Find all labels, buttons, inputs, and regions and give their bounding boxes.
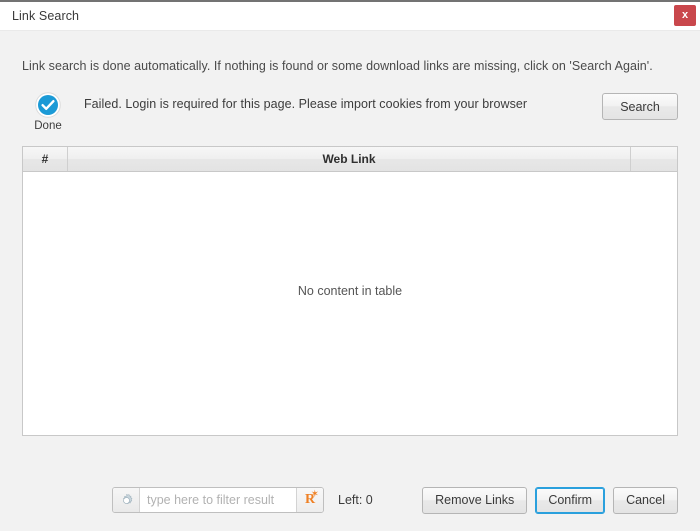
cancel-button[interactable]: Cancel (613, 486, 678, 514)
remove-links-button[interactable]: Remove Links (422, 486, 528, 514)
dialog-content: Link search is done automatically. If no… (0, 58, 700, 436)
status-label: Done (34, 120, 62, 132)
column-header-weblink[interactable]: Web Link (68, 147, 631, 171)
check-circle-icon (35, 92, 61, 118)
column-header-extra[interactable] (631, 147, 677, 171)
gear-icon-glyph (122, 493, 132, 504)
title-bar: Link Search x (0, 2, 700, 31)
left-count-label: Left: 0 (338, 493, 373, 507)
table-empty-message: No content in table (297, 284, 403, 298)
gear-icon[interactable] (113, 488, 140, 512)
filter-control: R ✶ (112, 487, 324, 513)
column-header-index[interactable]: # (23, 147, 68, 171)
confirm-button[interactable]: Confirm (535, 486, 606, 514)
status-message: Failed. Login is required for this page.… (84, 97, 528, 111)
link-search-dialog: Link Search x Link search is done automa… (0, 0, 700, 531)
hint-text: Link search is done automatically. If no… (22, 59, 653, 73)
window-title: Link Search (12, 9, 80, 23)
search-button[interactable]: Search (602, 93, 678, 120)
close-icon[interactable]: x (674, 5, 696, 26)
filter-input[interactable] (140, 488, 296, 512)
regex-star-icon: ✶ (310, 489, 319, 500)
regex-r-icon[interactable]: R ✶ (296, 488, 323, 512)
footer-actions: Remove Links Confirm Cancel (422, 486, 678, 514)
table-header-row: # Web Link (23, 147, 677, 172)
status-indicator: Done (25, 92, 71, 132)
links-table: # Web Link No content in table (22, 146, 678, 436)
footer-bar: R ✶ Left: 0 Remove Links Confirm Cancel (0, 469, 700, 531)
status-row: Done Failed. Login is required for this … (22, 92, 678, 140)
